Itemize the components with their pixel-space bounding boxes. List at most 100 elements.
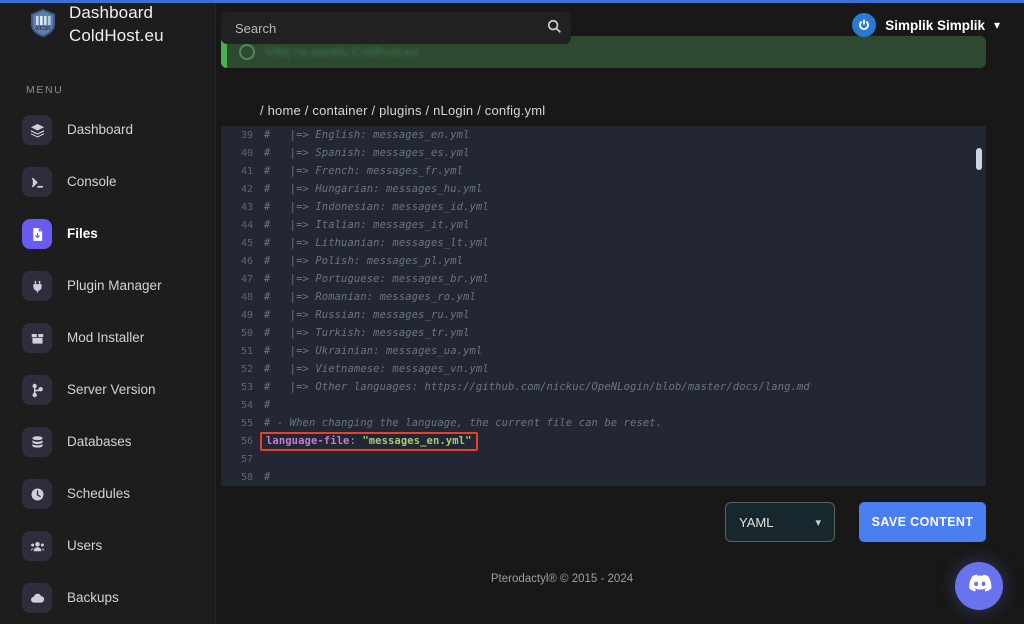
- code-text: # |=> Indonesian: messages_id.yml: [264, 201, 489, 213]
- code-text: # |=> Hungarian: messages_hu.yml: [264, 183, 483, 195]
- line-number: 56: [240, 435, 253, 447]
- code-text: # |=> Lithuanian: messages_lt.yml: [264, 237, 489, 249]
- code-line: 41 # |=> French: messages_fr.yml: [221, 162, 986, 180]
- brand-line-1: Dashboard: [69, 3, 154, 22]
- brand[interactable]: COLDHOST Dashboard ColdHost.eu: [0, 0, 215, 48]
- language-select-value: YAML: [739, 514, 774, 530]
- file-icon: [22, 219, 52, 249]
- sidebar-nav: Dashboard Console Files Plugin Manager M: [0, 108, 215, 624]
- sidebar-item-label: Users: [67, 538, 103, 553]
- code-lines: 39 # |=> English: messages_en.yml 40 # |=> …: [221, 126, 986, 486]
- editor-controls: YAML ▾ SAVE CONTENT: [725, 502, 986, 542]
- svg-text:COLDHOST: COLDHOST: [34, 26, 51, 30]
- yaml-value: "messages_en.yml": [362, 434, 472, 447]
- sidebar-item-users[interactable]: Users: [22, 524, 215, 568]
- sidebar-item-mod-installer[interactable]: Mod Installer: [22, 316, 215, 360]
- chevron-down-icon: ▾: [815, 516, 821, 529]
- code-text: # - When changing the language, the curr…: [264, 417, 663, 429]
- clock-icon: [22, 479, 52, 509]
- code-text: #: [264, 399, 271, 411]
- breadcrumb[interactable]: / home / container / plugins / nLogin / …: [260, 103, 545, 118]
- editor-scrollbar[interactable]: [976, 148, 982, 170]
- line-number: 40: [240, 147, 253, 159]
- discord-icon: [966, 574, 992, 599]
- line-number: 45: [240, 237, 253, 249]
- sidebar-item-label: Backups: [67, 590, 119, 605]
- line-number: 41: [240, 165, 253, 177]
- package-icon: [22, 323, 52, 353]
- code-line: 58 #: [221, 468, 986, 486]
- line-number: 52: [240, 363, 253, 375]
- code-text: # |=> Other languages: https://github.co…: [264, 381, 810, 393]
- code-line: 50 # |=> Turkish: messages_tr.yml: [221, 324, 986, 342]
- code-text: # |=> Portuguese: messages_br.yml: [264, 273, 489, 285]
- coldhost-shield-logo-icon: COLDHOST: [26, 6, 60, 40]
- search-input[interactable]: Search: [221, 12, 571, 44]
- line-number: 48: [240, 291, 253, 303]
- code-line: 52 # |=> Vietnamese: messages_vn.yml: [221, 360, 986, 378]
- footer: Pterodactyl® © 2015 - 2024: [0, 573, 1024, 585]
- brand-line-2: ColdHost.eu: [69, 26, 164, 45]
- code-line: 43 # |=> Indonesian: messages_id.yml: [221, 198, 986, 216]
- search-icon[interactable]: [547, 19, 561, 38]
- code-line: 57: [221, 450, 986, 468]
- code-line: 40 # |=> Spanish: messages_es.yml: [221, 144, 986, 162]
- sidebar-item-schedules[interactable]: Schedules: [22, 472, 215, 516]
- sidebar-item-label: Databases: [67, 434, 132, 449]
- sidebar-item-server-version[interactable]: Server Version: [22, 368, 215, 412]
- chevron-down-icon[interactable]: ▾: [994, 18, 1000, 32]
- highlighted-code-line: 56 language-file: "messages_en.yml": [221, 431, 986, 451]
- code-text: # |=> Italian: messages_it.yml: [264, 219, 470, 231]
- code-text: # |=> Spanish: messages_es.yml: [264, 147, 470, 159]
- code-editor[interactable]: 39 # |=> English: messages_en.yml 40 # |=> …: [221, 126, 986, 486]
- menu-section-label: MENU: [26, 84, 64, 96]
- sidebar-item-label: Server Version: [67, 382, 156, 397]
- yaml-separator: :: [349, 434, 363, 447]
- code-line: 39 # |=> English: messages_en.yml: [221, 126, 986, 144]
- sidebar-item-label: Console: [67, 174, 117, 189]
- code-line: 47 # |=> Portuguese: messages_br.yml: [221, 270, 986, 288]
- code-line: 42 # |=> Hungarian: messages_hu.yml: [221, 180, 986, 198]
- search-placeholder: Search: [235, 20, 277, 36]
- save-content-button[interactable]: SAVE CONTENT: [859, 502, 986, 542]
- line-number: 50: [240, 327, 253, 339]
- code-line: 48 # |=> Romanian: messages_ro.yml: [221, 288, 986, 306]
- terminal-icon: [22, 167, 52, 197]
- line-number: 44: [240, 219, 253, 231]
- line-number: 46: [240, 255, 253, 267]
- code-line: 46 # |=> Polish: messages_pl.yml: [221, 252, 986, 270]
- cloud-icon: [22, 583, 52, 613]
- line-number: 47: [240, 273, 253, 285]
- sidebar-item-label: Plugin Manager: [67, 278, 162, 293]
- sidebar-item-label: Dashboard: [67, 122, 134, 137]
- code-line: 55 # - When changing the language, the cu…: [221, 414, 986, 432]
- code-text: # |=> Romanian: messages_ro.yml: [264, 291, 476, 303]
- top-accent-bar: [0, 0, 1024, 3]
- line-number: 58: [240, 471, 253, 483]
- code-text: # |=> Ukrainian: messages_ua.yml: [264, 345, 483, 357]
- line-number: 55: [240, 417, 253, 429]
- sidebar-item-databases[interactable]: Databases: [22, 420, 215, 464]
- code-line: 53 # |=> Other languages: https://github.…: [221, 378, 986, 396]
- language-select[interactable]: YAML ▾: [725, 502, 835, 542]
- line-number: 42: [240, 183, 253, 195]
- git-branch-icon: [22, 375, 52, 405]
- line-number: 39: [240, 129, 253, 141]
- line-number: 53: [240, 381, 253, 393]
- power-avatar-icon: [852, 13, 877, 37]
- database-icon: [22, 427, 52, 457]
- sidebar-item-plugin-manager[interactable]: Plugin Manager: [22, 264, 215, 308]
- yaml-key: language-file: [266, 434, 350, 447]
- code-line: 44 # |=> Italian: messages_it.yml: [221, 216, 986, 234]
- sidebar-item-console[interactable]: Console: [22, 160, 215, 204]
- user-menu[interactable]: Simplik Simplik ▾: [852, 13, 1000, 37]
- sidebar-item-dashboard[interactable]: Dashboard: [22, 108, 215, 152]
- discord-button[interactable]: [955, 562, 1003, 610]
- footer-text: Pterodactyl® © 2015 - 2024: [490, 573, 634, 585]
- code-line: 49 # |=> Russian: messages_ru.yml: [221, 306, 986, 324]
- code-text: # |=> Russian: messages_ru.yml: [264, 309, 470, 321]
- line-number: 43: [240, 201, 253, 213]
- topbar: Search Simplik Simplik ▾: [216, 0, 1024, 56]
- code-line: 45 # |=> Lithuanian: messages_lt.yml: [221, 234, 986, 252]
- sidebar-item-files[interactable]: Files: [22, 212, 215, 256]
